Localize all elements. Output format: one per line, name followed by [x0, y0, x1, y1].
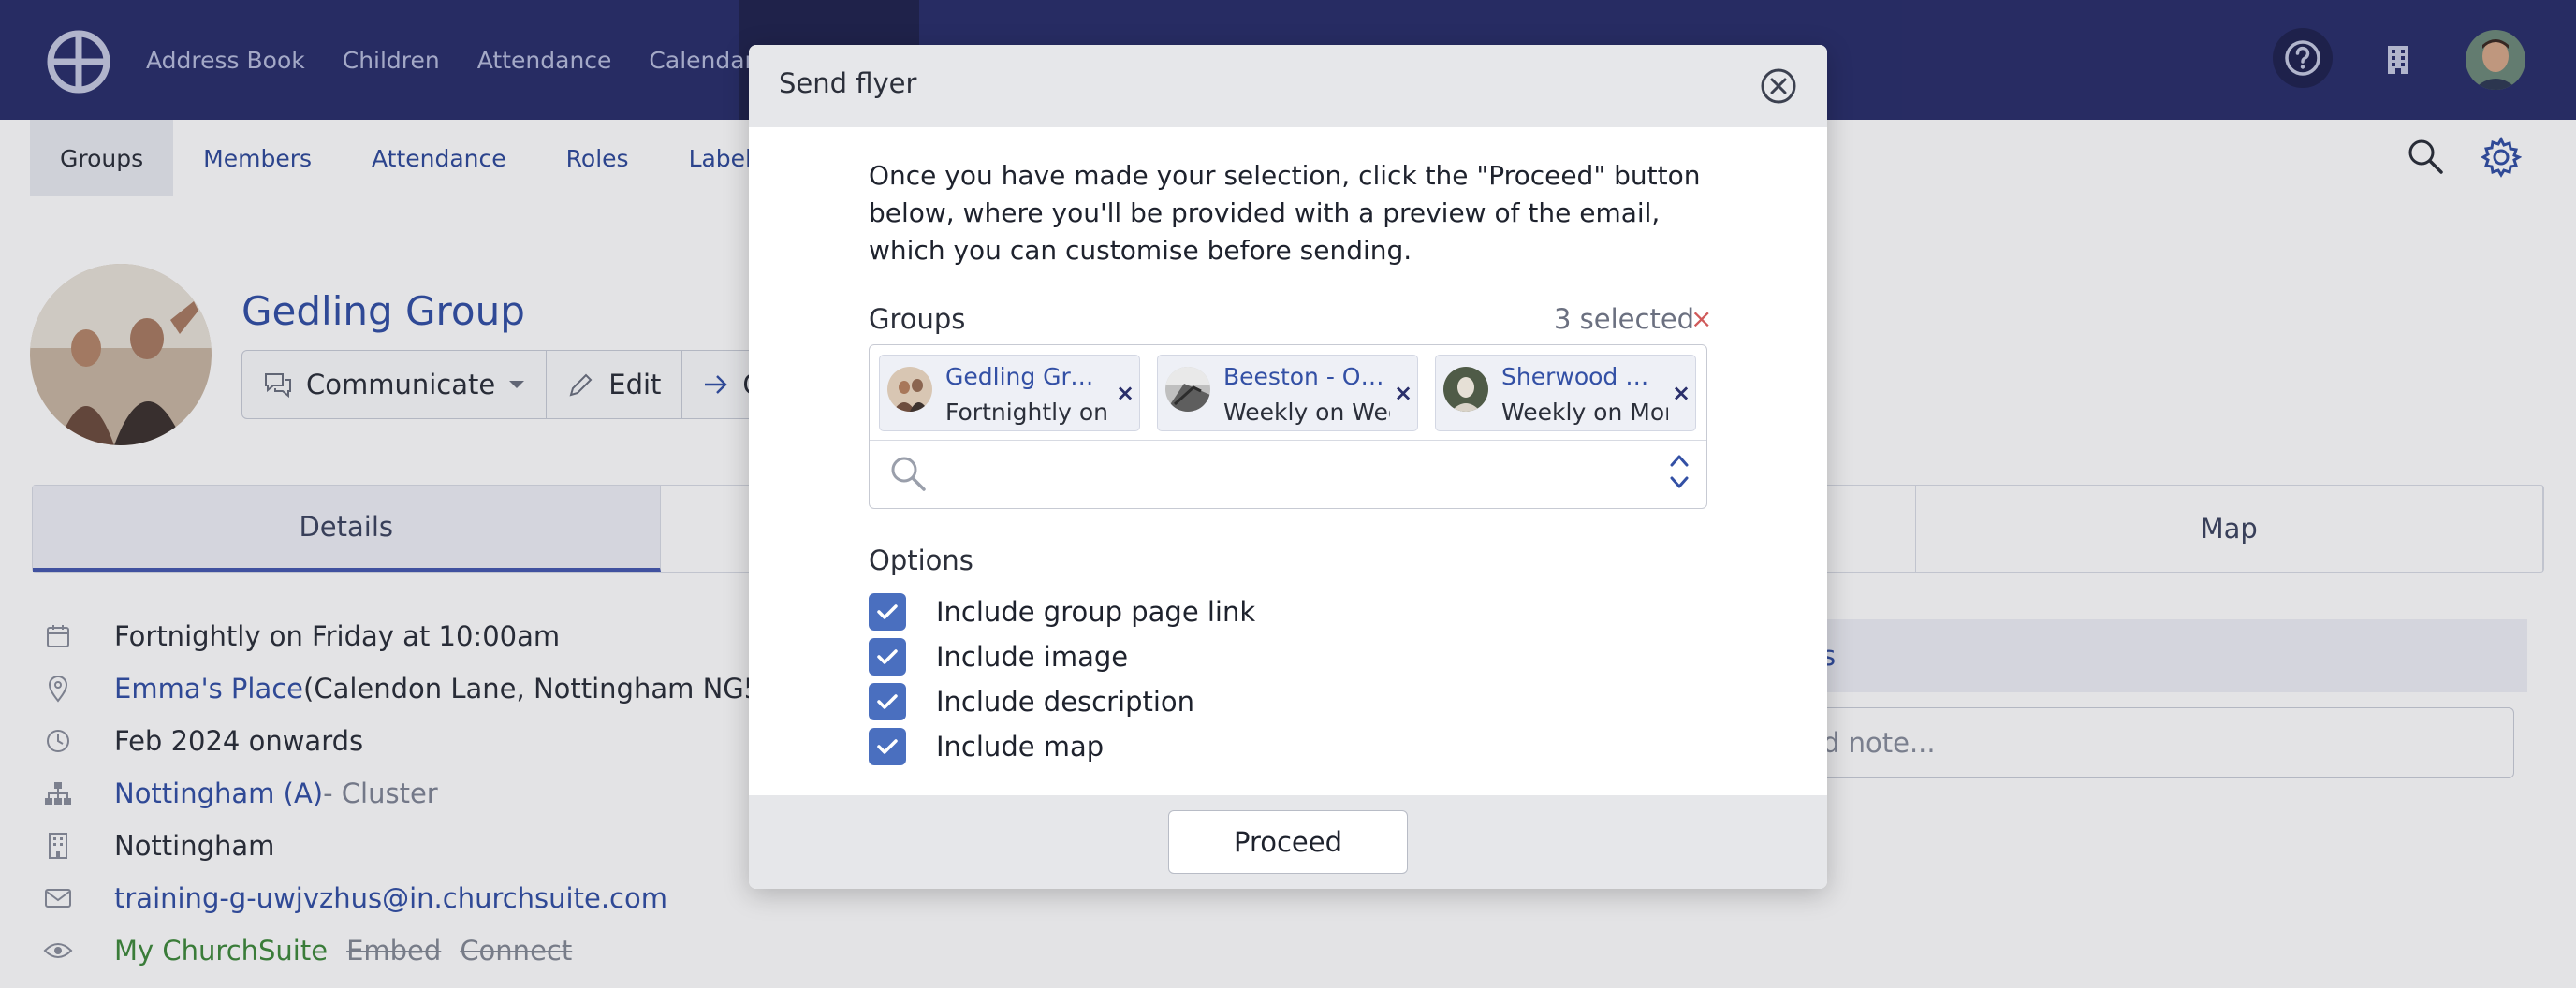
option-label: Include map — [936, 731, 1105, 763]
modal-title: Send flyer — [779, 67, 917, 99]
option-checkbox[interactable] — [869, 593, 906, 631]
remove-chip-button[interactable]: × — [1394, 380, 1412, 406]
proceed-button[interactable]: Proceed — [1168, 810, 1408, 874]
group-chip: Beeston - Onli... Weekly on Wedı × — [1157, 355, 1418, 431]
checkmark-icon — [877, 694, 898, 709]
group-chip-name: Gedling Group — [945, 363, 1106, 390]
clear-selection-button[interactable]: × — [1690, 303, 1712, 334]
search-icon — [891, 457, 926, 491]
options-label: Options — [869, 545, 973, 576]
option-description[interactable]: Include description — [869, 683, 1194, 720]
group-chip-avatar — [887, 367, 932, 412]
group-chip: Sherwood Gr... Weekly on Mon × — [1435, 355, 1696, 431]
option-checkbox[interactable] — [869, 728, 906, 765]
multiselect-divider — [870, 440, 1706, 441]
selected-groups-chips: Gedling Group Fortnightly on F × Beeston… — [879, 355, 1696, 431]
group-chip-avatar — [1443, 367, 1488, 412]
groups-multiselect[interactable]: Gedling Group Fortnightly on F × Beeston… — [869, 344, 1707, 509]
option-label: Include image — [936, 641, 1129, 673]
remove-chip-button[interactable]: × — [1116, 380, 1134, 406]
option-group-page-link[interactable]: Include group page link — [869, 593, 1255, 631]
group-chip-avatar — [1165, 367, 1210, 412]
checkmark-icon — [877, 739, 898, 754]
option-image[interactable]: Include image — [869, 638, 1128, 676]
option-map[interactable]: Include map — [869, 728, 1104, 765]
option-checkbox[interactable] — [869, 638, 906, 676]
selected-count: 3 selected — [1554, 303, 1695, 335]
option-checkbox[interactable] — [869, 683, 906, 720]
modal-intro-text: Once you have made your selection, click… — [869, 160, 1701, 266]
group-chip: Gedling Group Fortnightly on F × — [879, 355, 1140, 431]
close-icon[interactable] — [1760, 67, 1797, 105]
checkmark-icon — [877, 604, 898, 619]
modal-footer: Proceed — [749, 795, 1827, 889]
checkmark-icon — [877, 649, 898, 664]
remove-chip-button[interactable]: × — [1672, 380, 1690, 406]
chevron-up-down-icon[interactable] — [1667, 448, 1691, 495]
groups-search-input[interactable] — [941, 448, 1596, 501]
group-chip-name: Beeston - Onli... — [1223, 363, 1384, 390]
group-chip-schedule: Weekly on Wedı — [1223, 399, 1390, 426]
groups-label: Groups — [869, 303, 966, 335]
group-chip-schedule: Weekly on Mon — [1501, 399, 1668, 426]
group-chip-name: Sherwood Gr... — [1501, 363, 1662, 390]
send-flyer-modal: Send flyer Once you have made your selec… — [749, 45, 1827, 889]
group-chip-schedule: Fortnightly on F — [945, 399, 1112, 426]
option-label: Include group page link — [936, 596, 1256, 628]
option-label: Include description — [936, 686, 1195, 718]
